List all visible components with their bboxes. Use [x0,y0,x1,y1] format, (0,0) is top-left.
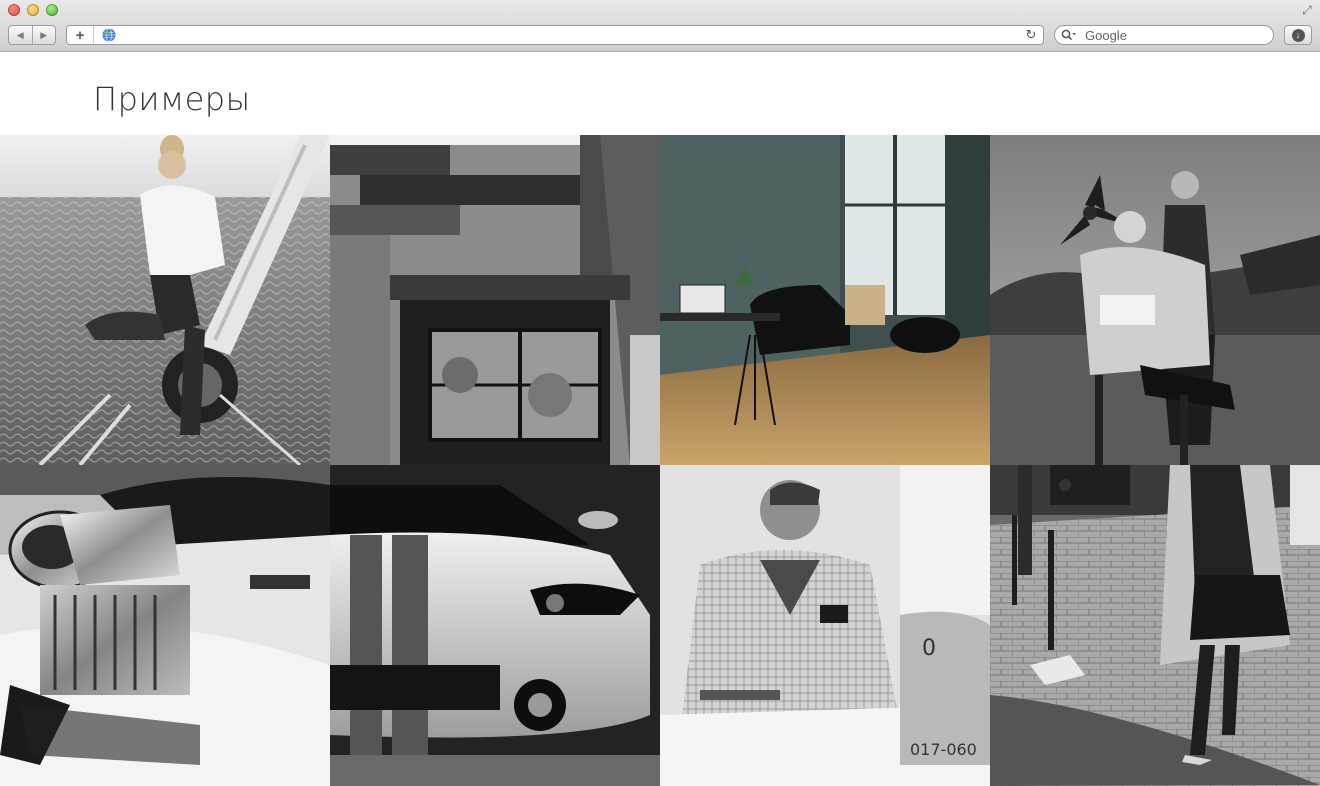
search-field[interactable] [1054,25,1274,45]
fullscreen-icon[interactable]: ⤢ [1300,3,1314,17]
photo-modern-house[interactable] [330,135,660,465]
page-title: Примеры [93,80,251,118]
photo-man-reading[interactable]: 0 017-060 [660,465,990,786]
browser-toolbar: ⤢ ◀ ▶ + ↻ Google ↓ [0,0,1320,52]
photo-sports-car[interactable] [330,465,660,786]
history-nav: ◀ ▶ [8,25,56,45]
page-content: Примеры 0 017-060 [0,52,1320,786]
photo-engine-supercharger[interactable] [0,465,330,786]
search-input[interactable] [1081,27,1265,43]
plus-icon: + [75,26,85,44]
photo-woman-street[interactable] [990,465,1320,786]
forward-button[interactable]: ▶ [31,26,56,44]
reload-button[interactable]: ↻ [1023,26,1039,44]
svg-text:017-060: 017-060 [910,740,977,759]
photo-gallery: 0 017-060 [0,135,1320,786]
photo-woman-sailboat[interactable] [0,135,330,465]
back-button[interactable]: ◀ [9,26,32,44]
add-bookmark-button[interactable]: + [67,26,94,44]
svg-text:0: 0 [922,636,936,661]
search-icon[interactable] [1061,29,1081,41]
reload-icon: ↻ [1025,27,1037,42]
window-controls [8,4,58,16]
arrow-right-icon: ▶ [40,29,48,40]
arrow-left-icon: ◀ [16,29,24,40]
photo-loft-interior[interactable] [660,135,990,465]
browser-window: ⤢ ◀ ▶ + ↻ Google ↓ Примеры 0 017-060 [0,0,1320,786]
photo-barber-airplane[interactable] [990,135,1320,465]
downloads-button[interactable]: ↓ [1284,25,1312,45]
address-bar[interactable]: + ↻ [66,25,1044,45]
download-icon: ↓ [1291,28,1305,42]
close-window-button[interactable] [8,4,20,16]
minimize-window-button[interactable] [27,4,39,16]
globe-icon [102,28,116,42]
zoom-window-button[interactable] [46,4,58,16]
